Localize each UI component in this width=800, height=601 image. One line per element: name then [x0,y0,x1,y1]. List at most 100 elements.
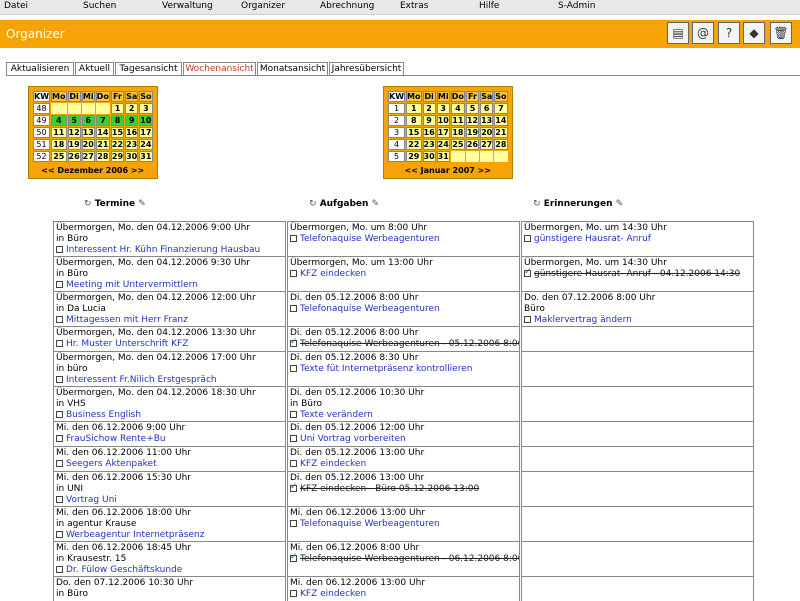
entry-checkbox[interactable] [290,460,297,467]
entry-checkbox[interactable] [56,435,63,442]
entry-link[interactable]: Telefonaquise Werbeagenturen [300,234,440,244]
calendar-day[interactable]: 11 [51,127,67,138]
menu-item-4[interactable]: Abrechnung [320,1,374,11]
calendar-day[interactable]: 30 [422,151,436,162]
tab-3[interactable]: Wochenansicht [183,62,256,76]
entry-link[interactable]: günstigere Hausrat- Anruf [534,234,651,244]
entry-checkbox[interactable] [524,316,531,323]
calendar-day[interactable]: 18 [450,127,465,138]
calendar-day[interactable]: 24 [139,139,153,150]
edit-icon[interactable]: ✎ [138,199,146,209]
calendar-day[interactable]: 12 [67,127,81,138]
help-icon[interactable]: ? [718,22,740,44]
entry-checkbox[interactable] [290,337,298,348]
entry-link[interactable]: Mittagessen mit Herr Franz [66,315,188,325]
calendar-day[interactable]: 17 [436,127,450,138]
entry-link[interactable]: Dr. Fülow Geschäftskunde [66,565,182,575]
calendar-day[interactable]: 4 [51,115,67,126]
calendar-day[interactable]: 26 [465,139,480,150]
entry-done-text[interactable]: Telefonaquise Werbeagenturen - 06.12.200… [300,554,519,564]
refresh-icon[interactable]: ↻ [309,199,317,209]
calendar-day[interactable]: 4 [450,103,465,114]
entry-link[interactable]: Seegers Aktenpaket [66,459,157,469]
entry-checkbox[interactable] [290,305,297,312]
calendar-day[interactable]: 29 [406,151,422,162]
calendar-day[interactable]: 9 [422,115,436,126]
calendar-day[interactable]: 22 [406,139,422,150]
entry-link[interactable]: KFZ eindecken [300,269,366,279]
entry-link[interactable]: Maklervertrag ändern [534,315,632,325]
entry-checkbox[interactable] [56,281,63,288]
entry-link[interactable]: Werbeagentur Internetpräsenz [66,530,204,540]
calendar-day[interactable]: 20 [81,139,95,150]
calendar-day[interactable]: 22 [110,139,125,150]
week-number[interactable]: 50 [33,127,51,138]
calendar-day[interactable]: 5 [465,103,480,114]
calendar-day[interactable]: 29 [110,151,125,162]
calendar-day[interactable]: 9 [125,115,139,126]
entry-checkbox[interactable] [56,316,63,323]
calendar-day[interactable]: 7 [494,103,508,114]
calendar-day[interactable]: 14 [494,115,508,126]
week-number[interactable]: 48 [33,103,51,114]
tab-4[interactable]: Monatsansicht [257,62,328,76]
menu-item-6[interactable]: Hilfe [479,1,499,11]
calendar-day[interactable]: 17 [139,127,153,138]
calendar-day[interactable]: 7 [95,115,110,126]
calendar-day[interactable]: 27 [81,151,95,162]
entry-checkbox[interactable] [56,376,63,383]
entry-link[interactable]: Meeting mit Untervermittlern [66,280,198,290]
calendar-day[interactable]: 25 [51,151,67,162]
calendar-day[interactable]: 16 [422,127,436,138]
calendar-day[interactable]: 23 [125,139,139,150]
calendar-day[interactable]: 3 [139,103,153,114]
calendar-day[interactable]: 26 [67,151,81,162]
entry-link[interactable]: Telefonaquise Werbeagenturen [300,304,440,314]
calendar-day[interactable]: 15 [406,127,422,138]
week-number[interactable]: 2 [388,115,406,126]
tab-5[interactable]: Jahresübersicht [329,62,404,76]
calendar-day[interactable]: 25 [450,139,465,150]
menu-item-5[interactable]: Extras [400,1,428,11]
entry-checkbox[interactable] [524,267,532,278]
tab-0[interactable]: Aktualisieren [6,62,74,76]
calendar-day[interactable]: 13 [81,127,95,138]
entry-link[interactable]: KFZ eindecken [300,459,366,469]
entry-link[interactable]: Interessent Fr.Nilich Erstgespräch [66,375,217,385]
calendar-day[interactable]: 28 [494,139,508,150]
calendar-day[interactable]: 2 [422,103,436,114]
calendar-day[interactable]: 18 [51,139,67,150]
entry-checkbox[interactable] [290,435,297,442]
week-number[interactable]: 49 [33,115,51,126]
menu-item-2[interactable]: Verwaltung [162,1,213,11]
tab-2[interactable]: Tagesansicht [115,62,182,76]
document-icon[interactable]: ▤ [667,22,689,44]
calendar-day[interactable]: 23 [422,139,436,150]
calendar-day[interactable]: 28 [95,151,110,162]
calendar-day[interactable]: 27 [480,139,494,150]
calendar-day[interactable]: 19 [465,127,480,138]
menu-item-0[interactable]: Datei [4,1,28,11]
calendar-day[interactable]: 14 [95,127,110,138]
week-number[interactable]: 5 [388,151,406,162]
edit-icon[interactable]: ✎ [616,199,624,209]
calendar-day[interactable]: 12 [465,115,480,126]
calendar-day[interactable]: 1 [110,103,125,114]
refresh-icon[interactable]: ↻ [533,199,541,209]
calendar-day[interactable]: 10 [139,115,153,126]
entry-done-text[interactable]: günstigere Hausrat- Anruf - 04.12.2006 1… [534,269,740,279]
refresh-icon[interactable]: ↻ [84,199,92,209]
entry-done-text[interactable]: Telefonaquise Werbeagenturen - 05.12.200… [300,339,519,349]
calendar-day[interactable]: 13 [480,115,494,126]
calendar-day[interactable]: 6 [480,103,494,114]
week-number[interactable]: 51 [33,139,51,150]
entry-link[interactable]: Hr. Muster Unterschrift KFZ [66,339,188,349]
entry-checkbox[interactable] [56,460,63,467]
calendar-day[interactable]: 21 [494,127,508,138]
calendar-day[interactable]: 21 [95,139,110,150]
calendar-day[interactable]: 24 [436,139,450,150]
calendar-day[interactable]: 2 [125,103,139,114]
bookmark-icon[interactable]: ◆ [743,22,765,44]
menu-item-3[interactable]: Organizer [241,1,285,11]
calendar-day[interactable]: 16 [125,127,139,138]
